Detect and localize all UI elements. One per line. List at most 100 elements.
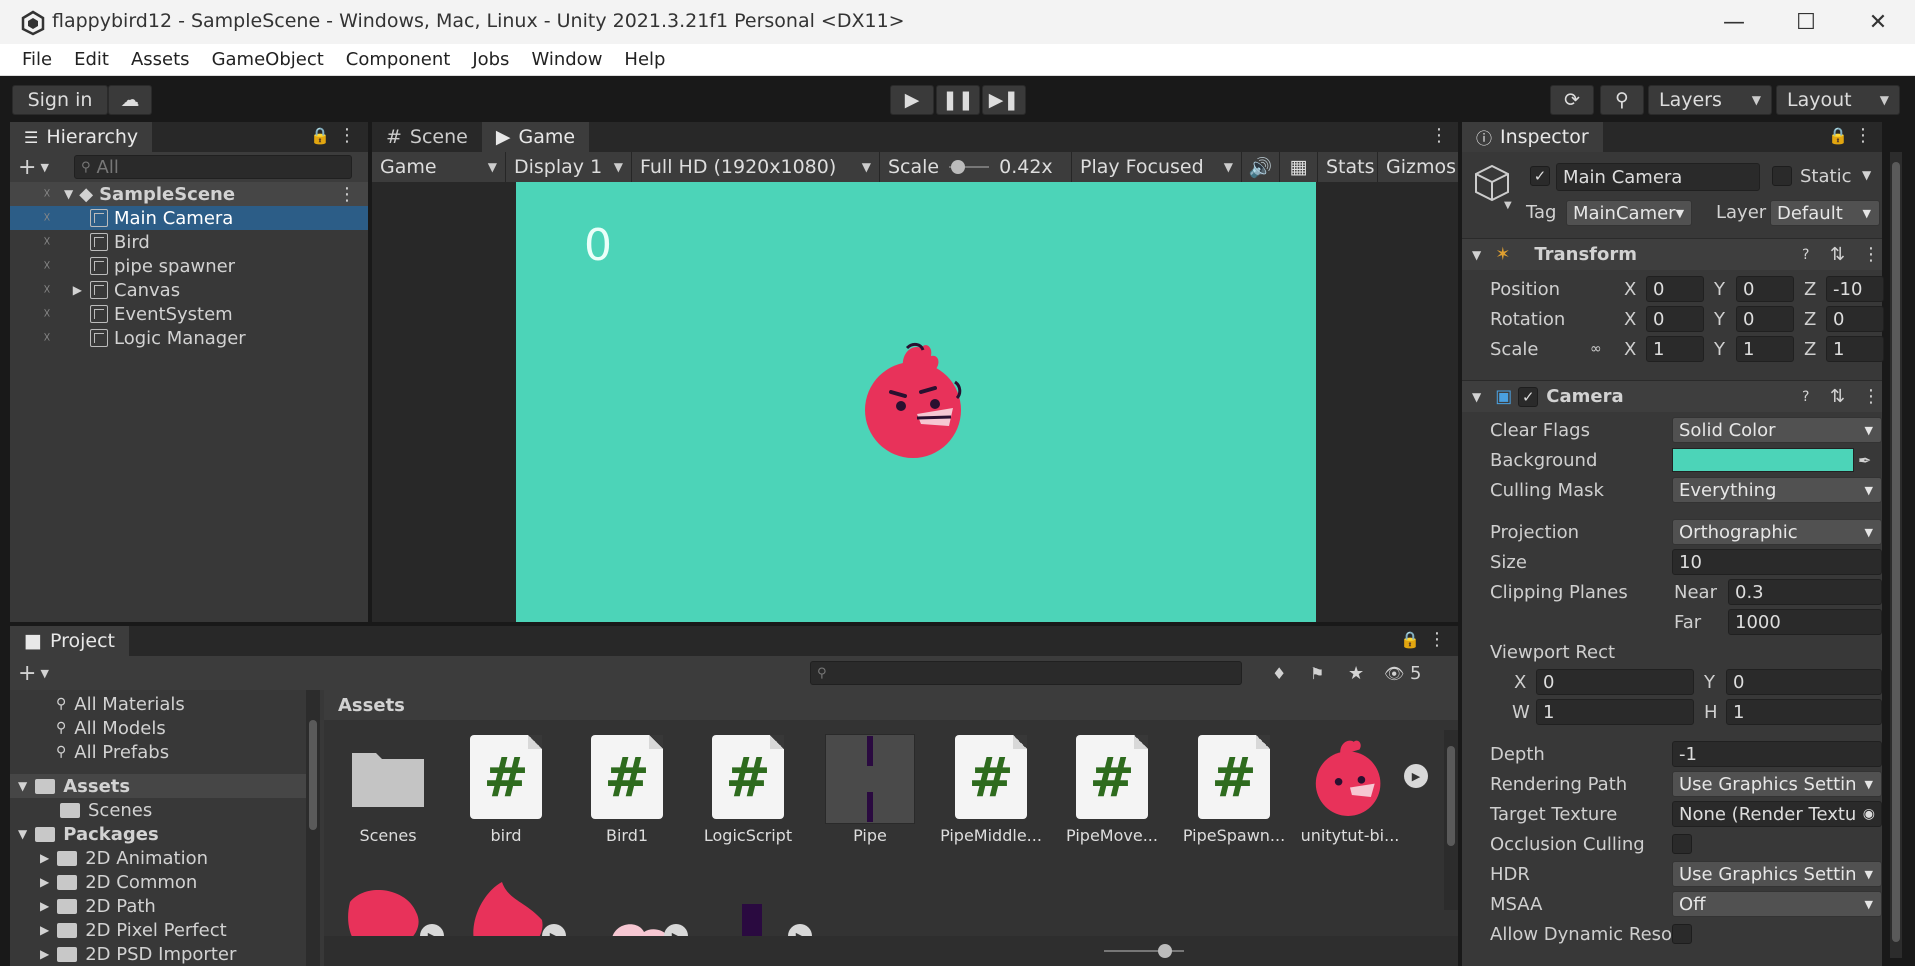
game-viewport[interactable]: 0 xyxy=(516,182,1316,622)
chevron-down-icon[interactable]: ▼ xyxy=(40,667,48,680)
chevron-down-icon[interactable]: ▼ xyxy=(18,827,27,841)
chevron-down-icon[interactable]: ▼ xyxy=(1862,168,1871,182)
scale-y[interactable]: 1 xyxy=(1736,336,1794,362)
visibility-icon[interactable]: ☓ xyxy=(36,282,58,298)
more-icon[interactable]: ⋮ xyxy=(1862,386,1880,407)
scene-row[interactable]: ☓ ▼ ◆ SampleScene ⋮ xyxy=(10,182,368,206)
history-icon[interactable]: ⟳ xyxy=(1550,85,1594,115)
asset-scenes-folder[interactable]: Scenes xyxy=(328,734,448,845)
slider-handle[interactable] xyxy=(1158,944,1172,958)
cloud-icon[interactable]: ☁ xyxy=(108,85,152,115)
tree-scrollbar[interactable] xyxy=(306,690,320,966)
tree-assets[interactable]: ▼ Assets xyxy=(10,774,310,798)
stats-button[interactable]: Stats xyxy=(1318,152,1378,182)
viewport-y[interactable]: 0 xyxy=(1726,669,1882,695)
object-name-input[interactable]: Main Camera xyxy=(1556,163,1760,191)
keyboard-icon[interactable]: ▦ xyxy=(1280,152,1318,182)
tree-scenes[interactable]: Scenes xyxy=(60,798,152,822)
gizmos-button[interactable]: Gizmos▼ xyxy=(1378,152,1479,182)
active-checkbox[interactable]: ✓ xyxy=(1530,166,1550,186)
far-input[interactable]: 1000 xyxy=(1728,609,1882,635)
viewport-h[interactable]: 1 xyxy=(1726,699,1882,725)
tree-package[interactable]: ▶ 2D Animation xyxy=(40,846,208,870)
lock-icon[interactable]: 🔒 xyxy=(310,126,330,145)
visibility-icon[interactable]: ☓ xyxy=(36,186,58,202)
zoom-slider[interactable] xyxy=(1104,950,1184,952)
menu-component[interactable]: Component xyxy=(346,49,451,70)
chevron-down-icon[interactable]: ▼ xyxy=(1472,390,1481,404)
help-icon[interactable]: ? xyxy=(1802,247,1809,263)
layout-dropdown[interactable]: Layout ▼ xyxy=(1776,85,1900,115)
hierarchy-search-input[interactable]: ⚲ All xyxy=(74,155,352,179)
chevron-right-icon[interactable]: ▶ xyxy=(40,947,49,961)
asset-bird-script[interactable]: # bird xyxy=(446,734,566,845)
more-icon[interactable]: ⋮ xyxy=(338,184,356,205)
viewport-x[interactable]: 0 xyxy=(1536,669,1694,695)
layer-dropdown[interactable]: Default ▼ xyxy=(1770,200,1880,226)
menu-assets[interactable]: Assets xyxy=(131,49,190,70)
search-by-type-icon[interactable]: ♦ xyxy=(1272,664,1286,683)
chevron-down-icon[interactable]: ▼ xyxy=(18,779,27,793)
rendering-path-dropdown[interactable]: Use Graphics Setting ▼ xyxy=(1672,771,1882,797)
asset-scrollbar[interactable] xyxy=(1444,730,1458,910)
scrollbar-thumb[interactable] xyxy=(1447,746,1455,846)
camera-enabled-checkbox[interactable]: ✓ xyxy=(1518,386,1539,407)
eyedropper-icon[interactable]: ✒ xyxy=(1858,451,1871,470)
settings-icon[interactable]: ⇅ xyxy=(1830,244,1845,265)
culling-mask-dropdown[interactable]: Everything ▼ xyxy=(1672,477,1882,503)
scrollbar-thumb[interactable] xyxy=(1892,162,1900,942)
hidden-packages-icon[interactable]: 👁 xyxy=(1384,664,1404,683)
tree-package[interactable]: ▶ 2D PSD Importer xyxy=(40,942,236,966)
tab-game[interactable]: ▶ Game xyxy=(481,122,590,152)
chevron-right-icon[interactable]: ▶ xyxy=(40,875,49,889)
object-picker-icon[interactable]: ◉ xyxy=(1863,806,1875,822)
camera-header[interactable]: ▼ ▣ ✓ Camera ? ⇅ ⋮ xyxy=(1462,380,1882,412)
tree-package[interactable]: ▶ 2D Pixel Perfect xyxy=(40,918,227,942)
slider-handle[interactable] xyxy=(951,160,966,174)
pause-button[interactable]: ❚❚ xyxy=(936,85,980,115)
msaa-dropdown[interactable]: Off ▼ xyxy=(1672,891,1882,917)
lock-icon[interactable]: 🔒 xyxy=(1828,126,1848,145)
visibility-icon[interactable]: ☓ xyxy=(36,258,58,274)
scale-x[interactable]: 1 xyxy=(1646,336,1704,362)
visibility-icon[interactable]: ☓ xyxy=(36,306,58,322)
chevron-right-icon[interactable]: ▶ xyxy=(40,899,49,913)
view-mode-dropdown[interactable]: Game ▼ xyxy=(372,152,506,182)
visibility-icon[interactable]: ☓ xyxy=(36,234,58,250)
favorite-all-models[interactable]: ⚲ All Models xyxy=(56,716,166,740)
help-icon[interactable]: ? xyxy=(1802,389,1809,405)
viewport-w[interactable]: 1 xyxy=(1536,699,1694,725)
resolution-dropdown[interactable]: Full HD (1920x1080) ▼ xyxy=(632,152,880,182)
more-icon[interactable]: ⋮ xyxy=(1854,125,1872,146)
asset-pipespawn-script[interactable]: # PipeSpawn... xyxy=(1174,734,1294,845)
scale-z[interactable]: 1 xyxy=(1826,336,1884,362)
visibility-icon[interactable]: ☓ xyxy=(36,330,58,346)
background-color-swatch[interactable] xyxy=(1672,448,1854,472)
chevron-down-icon[interactable]: ▼ xyxy=(64,187,73,201)
size-input[interactable]: 10 xyxy=(1672,549,1882,575)
tree-package[interactable]: ▶ 2D Path xyxy=(40,894,156,918)
scale-slider[interactable] xyxy=(949,160,990,174)
more-icon[interactable]: ⋮ xyxy=(338,125,356,146)
add-icon[interactable]: + xyxy=(18,661,36,686)
add-icon[interactable]: + xyxy=(18,155,36,180)
menu-file[interactable]: File xyxy=(22,49,52,70)
asset-pipe-prefab[interactable]: Pipe xyxy=(810,734,930,845)
hierarchy-item-pipe-spawner[interactable]: ☓ pipe spawner xyxy=(10,254,368,278)
layers-dropdown[interactable]: Layers ▼ xyxy=(1648,85,1772,115)
transform-header[interactable]: ▼ ✶ Transform ? ⇅ ⋮ xyxy=(1462,238,1882,270)
tab-inspector[interactable]: ⓘ Inspector xyxy=(1462,122,1603,152)
more-icon[interactable]: ⋮ xyxy=(1428,629,1446,650)
chevron-right-icon[interactable]: ▶ xyxy=(40,851,49,865)
scrollbar-thumb[interactable] xyxy=(309,720,317,830)
label-icon[interactable]: ⚑ xyxy=(1310,664,1324,683)
occlusion-checkbox[interactable] xyxy=(1672,834,1692,854)
tag-dropdown[interactable]: MainCamer ▼ xyxy=(1566,200,1692,226)
chevron-down-icon[interactable]: ▼ xyxy=(40,161,48,174)
play-mode-dropdown[interactable]: Play Focused ▼ xyxy=(1072,152,1242,182)
hierarchy-item-eventsystem[interactable]: ☓ EventSystem xyxy=(10,302,368,326)
near-input[interactable]: 0.3 xyxy=(1728,579,1882,605)
asset-breadcrumb[interactable]: Assets xyxy=(324,690,1458,720)
chevron-right-icon[interactable]: ▶ xyxy=(58,283,90,297)
asset-pipemove-script[interactable]: # PipeMove... xyxy=(1052,734,1172,845)
